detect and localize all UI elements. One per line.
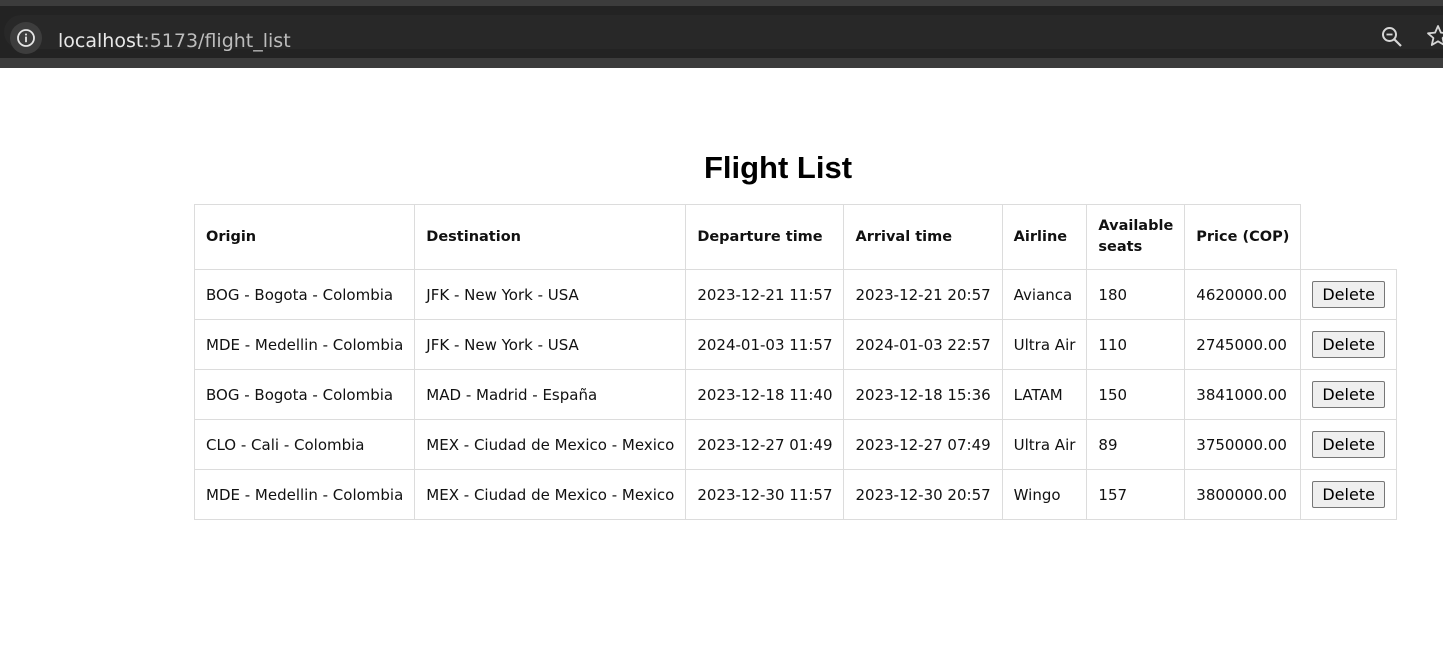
cell-actions: Delete: [1300, 269, 1397, 320]
cell-price: 2745000.00: [1184, 319, 1302, 370]
cell-departure-time: 2024-01-03 11:57: [685, 319, 845, 370]
cell-origin: BOG - Bogota - Colombia: [193, 369, 416, 420]
cell-available-seats: 180: [1086, 269, 1186, 320]
table-row: MDE - Medellin - Colombia JFK - New York…: [193, 319, 1397, 370]
table-row: CLO - Cali - Colombia MEX - Ciudad de Me…: [193, 419, 1397, 470]
page-content: Flight List Origin Destination Departure…: [0, 68, 1443, 658]
delete-button[interactable]: Delete: [1312, 281, 1385, 308]
url-text[interactable]: localhost:5173/flight_list: [58, 28, 291, 54]
site-info-button[interactable]: [10, 22, 42, 54]
cell-destination: JFK - New York - USA: [414, 269, 687, 320]
cell-arrival-time: 2023-12-18 15:36: [843, 369, 1003, 420]
delete-button[interactable]: Delete: [1312, 481, 1385, 508]
url-path: :5173/flight_list: [143, 30, 291, 52]
info-circle-icon: [17, 29, 35, 47]
cell-airline: LATAM: [1001, 369, 1088, 420]
header-price: Price (COP): [1184, 204, 1302, 270]
cell-actions: Delete: [1300, 369, 1397, 420]
table-row: BOG - Bogota - Colombia JFK - New York -…: [193, 269, 1397, 320]
table-row: MDE - Medellin - Colombia MEX - Ciudad d…: [193, 469, 1397, 520]
cell-airline: Ultra Air: [1001, 419, 1088, 470]
browser-chrome: localhost:5173/flight_list: [0, 0, 1443, 68]
page-title: Flight List: [703, 150, 853, 185]
cell-arrival-time: 2023-12-30 20:57: [843, 469, 1003, 520]
table-row: BOG - Bogota - Colombia MAD - Madrid - E…: [193, 369, 1397, 420]
cell-origin: CLO - Cali - Colombia: [193, 419, 416, 470]
cell-arrival-time: 2024-01-03 22:57: [843, 319, 1003, 370]
address-bar[interactable]: localhost:5173/flight_list: [4, 15, 1443, 54]
header-available-seats: Available seats: [1086, 204, 1186, 270]
cell-arrival-time: 2023-12-21 20:57: [843, 269, 1003, 320]
table-header-row: Origin Destination Departure time Arriva…: [193, 204, 1397, 270]
cell-available-seats: 110: [1086, 319, 1186, 370]
cell-available-seats: 150: [1086, 369, 1186, 420]
header-airline: Airline: [1001, 204, 1088, 270]
cell-actions: Delete: [1300, 469, 1397, 520]
cell-available-seats: 89: [1086, 419, 1186, 470]
header-actions: [1301, 205, 1397, 270]
cell-airline: Wingo: [1001, 469, 1088, 520]
cell-departure-time: 2023-12-18 11:40: [685, 369, 845, 420]
header-arrival-time: Arrival time: [843, 204, 1003, 270]
magnifier-icon[interactable]: [1380, 25, 1404, 49]
delete-button[interactable]: Delete: [1312, 431, 1385, 458]
cell-origin: MDE - Medellin - Colombia: [193, 469, 416, 520]
cell-price: 4620000.00: [1184, 269, 1302, 320]
toolbar: localhost:5173/flight_list: [0, 6, 1443, 58]
star-icon[interactable]: [1426, 24, 1443, 48]
header-departure-time: Departure time: [685, 204, 845, 270]
cell-departure-time: 2023-12-30 11:57: [685, 469, 845, 520]
cell-airline: Avianca: [1001, 269, 1088, 320]
cell-price: 3841000.00: [1184, 369, 1302, 420]
cell-actions: Delete: [1300, 419, 1397, 470]
header-origin: Origin: [193, 204, 416, 270]
cell-price: 3800000.00: [1184, 469, 1302, 520]
flight-table: Origin Destination Departure time Arriva…: [193, 204, 1397, 520]
cell-arrival-time: 2023-12-27 07:49: [843, 419, 1003, 470]
cell-origin: BOG - Bogota - Colombia: [193, 269, 416, 320]
delete-button[interactable]: Delete: [1312, 381, 1385, 408]
cell-destination: MEX - Ciudad de Mexico - Mexico: [414, 469, 687, 520]
cell-departure-time: 2023-12-21 11:57: [685, 269, 845, 320]
cell-destination: JFK - New York - USA: [414, 319, 687, 370]
cell-destination: MAD - Madrid - España: [414, 369, 687, 420]
cell-airline: Ultra Air: [1001, 319, 1088, 370]
url-host: localhost: [58, 30, 144, 52]
cell-actions: Delete: [1300, 319, 1397, 370]
cell-origin: MDE - Medellin - Colombia: [193, 319, 416, 370]
cell-price: 3750000.00: [1184, 419, 1302, 470]
cell-departure-time: 2023-12-27 01:49: [685, 419, 845, 470]
cell-available-seats: 157: [1086, 469, 1186, 520]
delete-button[interactable]: Delete: [1312, 331, 1385, 358]
header-destination: Destination: [414, 204, 687, 270]
cell-destination: MEX - Ciudad de Mexico - Mexico: [414, 419, 687, 470]
